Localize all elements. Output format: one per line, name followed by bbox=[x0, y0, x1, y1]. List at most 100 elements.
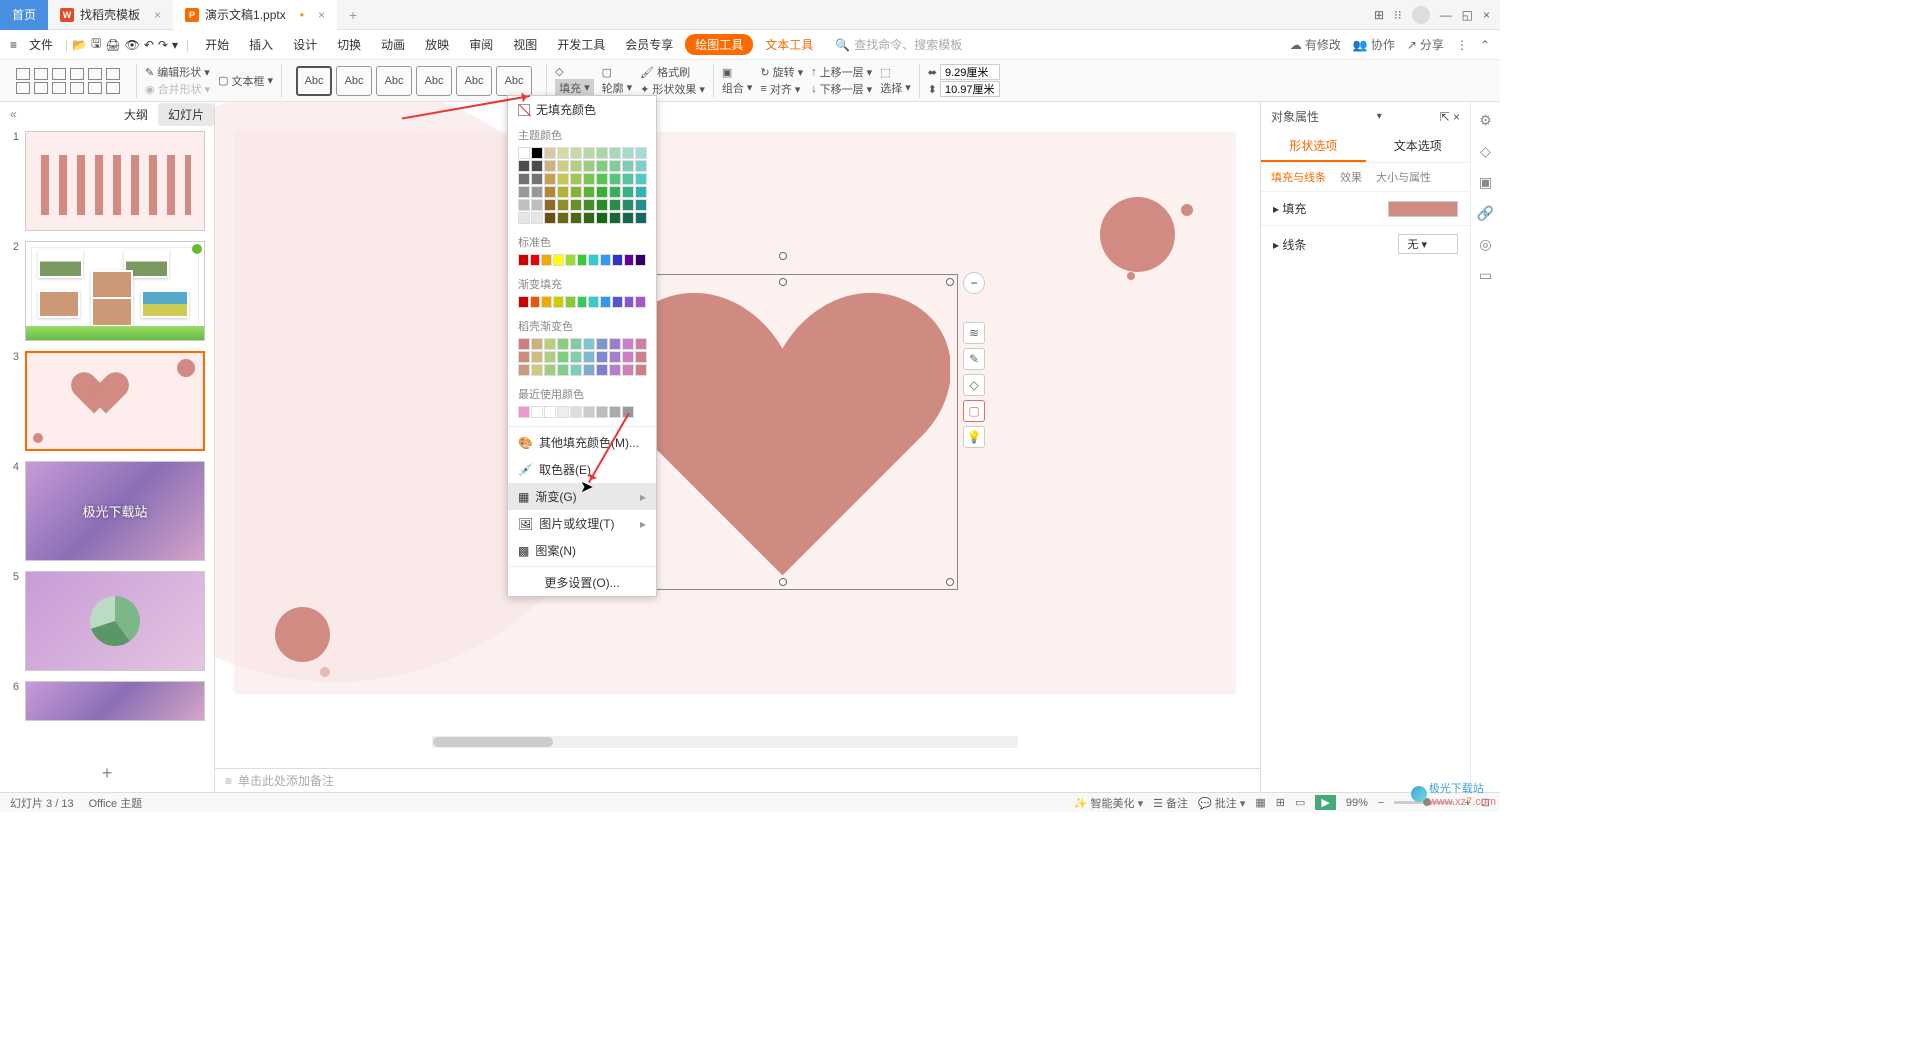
view-normal-icon[interactable]: ▦ bbox=[1255, 796, 1265, 809]
color-swatch[interactable] bbox=[588, 254, 599, 266]
share-button[interactable]: ↗ 分享 bbox=[1407, 36, 1444, 53]
color-swatch[interactable] bbox=[553, 254, 564, 266]
color-swatch[interactable] bbox=[583, 212, 595, 224]
bring-forward-button[interactable]: ↑ 上移一层▾ bbox=[811, 64, 872, 80]
color-swatch[interactable] bbox=[565, 296, 576, 308]
document-tab[interactable]: P演示文稿1.pptx•× bbox=[173, 0, 337, 30]
pen-icon[interactable]: ✎ bbox=[963, 348, 985, 370]
color-swatch[interactable] bbox=[635, 160, 647, 172]
color-swatch[interactable] bbox=[577, 254, 588, 266]
color-swatch[interactable] bbox=[622, 212, 634, 224]
color-swatch[interactable] bbox=[583, 173, 595, 185]
color-swatch[interactable] bbox=[622, 199, 634, 211]
color-swatch[interactable] bbox=[622, 160, 634, 172]
color-swatch[interactable] bbox=[518, 199, 530, 211]
color-swatch[interactable] bbox=[570, 160, 582, 172]
color-swatch[interactable] bbox=[635, 199, 647, 211]
smart-beautify[interactable]: ✨ 智能美化 ▾ bbox=[1074, 795, 1143, 811]
color-swatch[interactable] bbox=[557, 212, 569, 224]
color-swatch[interactable] bbox=[622, 406, 634, 418]
color-swatch[interactable] bbox=[557, 351, 569, 363]
color-swatch[interactable] bbox=[570, 338, 582, 350]
color-swatch[interactable] bbox=[544, 186, 556, 198]
color-swatch[interactable] bbox=[565, 254, 576, 266]
link-icon[interactable]: 🔗 bbox=[1477, 205, 1494, 222]
color-swatch[interactable] bbox=[570, 199, 582, 211]
comments-toggle[interactable]: 💬 批注 ▾ bbox=[1198, 795, 1245, 811]
color-swatch[interactable] bbox=[583, 364, 595, 376]
file-menu[interactable]: 文件 bbox=[21, 32, 61, 57]
color-swatch[interactable] bbox=[596, 338, 608, 350]
style-gallery[interactable]: Abc Abc Abc Abc Abc Abc bbox=[290, 60, 538, 101]
color-swatch[interactable] bbox=[609, 160, 621, 172]
menu-view[interactable]: 视图 bbox=[505, 32, 545, 57]
color-swatch[interactable] bbox=[544, 147, 556, 159]
idea-icon[interactable]: 💡 bbox=[963, 426, 985, 448]
color-swatch[interactable] bbox=[570, 186, 582, 198]
settings-icon[interactable]: ⚙ bbox=[1479, 112, 1492, 129]
color-swatch[interactable] bbox=[531, 406, 543, 418]
color-swatch[interactable] bbox=[596, 351, 608, 363]
color-swatch[interactable] bbox=[635, 186, 647, 198]
color-swatch[interactable] bbox=[541, 254, 552, 266]
color-swatch[interactable] bbox=[531, 338, 543, 350]
search-input[interactable]: 🔍 查找命令、搜索模板 bbox=[835, 36, 962, 53]
color-swatch[interactable] bbox=[531, 351, 543, 363]
color-swatch[interactable] bbox=[541, 296, 552, 308]
color-swatch[interactable] bbox=[531, 160, 543, 172]
fill-line-subtab[interactable]: 填充与线条 bbox=[1271, 169, 1326, 185]
no-fill-option[interactable]: 无填充颜色 bbox=[508, 96, 656, 123]
color-swatch[interactable] bbox=[635, 254, 646, 266]
minimize-icon[interactable]: — bbox=[1440, 8, 1452, 22]
view-slideshow-icon[interactable]: ▶ bbox=[1315, 795, 1335, 810]
color-swatch[interactable] bbox=[622, 338, 634, 350]
picture-texture-option[interactable]: 🖼图片或纹理(T)▸ bbox=[508, 510, 656, 537]
color-swatch[interactable] bbox=[570, 364, 582, 376]
horizontal-scrollbar[interactable] bbox=[432, 736, 1018, 748]
color-swatch[interactable] bbox=[596, 364, 608, 376]
color-swatch[interactable] bbox=[531, 186, 543, 198]
preview-icon[interactable]: 👁 bbox=[125, 38, 140, 52]
color-swatch[interactable] bbox=[570, 351, 582, 363]
width-input[interactable] bbox=[940, 64, 1000, 80]
layers-icon[interactable]: ≋ bbox=[963, 322, 985, 344]
color-swatch[interactable] bbox=[570, 147, 582, 159]
color-swatch[interactable] bbox=[622, 173, 634, 185]
more-icon[interactable]: ▾ bbox=[172, 38, 178, 52]
layers-side-icon[interactable]: ▣ bbox=[1479, 174, 1492, 191]
menu-transition[interactable]: 切换 bbox=[329, 32, 369, 57]
color-swatch[interactable] bbox=[622, 351, 634, 363]
color-swatch[interactable] bbox=[544, 212, 556, 224]
color-swatch[interactable] bbox=[624, 296, 635, 308]
color-swatch[interactable] bbox=[570, 406, 582, 418]
zoom-out-mini[interactable]: − bbox=[963, 272, 985, 294]
textbox-button[interactable]: ▢ 文本框▾ bbox=[218, 73, 273, 89]
slide-thumb-2[interactable] bbox=[25, 241, 205, 341]
color-swatch[interactable] bbox=[596, 160, 608, 172]
rotate-dropdown[interactable]: ↻ 旋转▾ bbox=[760, 64, 803, 80]
color-swatch[interactable] bbox=[557, 173, 569, 185]
menu-text-tools[interactable]: 文本工具 bbox=[757, 32, 821, 57]
menu-slideshow[interactable]: 放映 bbox=[417, 32, 457, 57]
pin-icon[interactable]: ⇱ bbox=[1440, 110, 1450, 124]
color-swatch[interactable] bbox=[531, 173, 543, 185]
color-swatch[interactable] bbox=[609, 351, 621, 363]
user-icon[interactable] bbox=[1412, 6, 1430, 24]
color-swatch[interactable] bbox=[577, 296, 588, 308]
menu-member[interactable]: 会员专享 bbox=[617, 32, 681, 57]
outline-dropdown[interactable]: 轮廓▾ bbox=[602, 80, 633, 96]
color-swatch[interactable] bbox=[609, 147, 621, 159]
format-painter-button[interactable]: 🖌 格式刷 bbox=[640, 64, 705, 80]
color-swatch[interactable] bbox=[583, 160, 595, 172]
fill-color-swatch[interactable] bbox=[1388, 201, 1458, 217]
color-swatch[interactable] bbox=[531, 199, 543, 211]
location-icon[interactable]: ◎ bbox=[1479, 236, 1491, 253]
color-swatch[interactable] bbox=[596, 406, 608, 418]
color-swatch[interactable] bbox=[544, 338, 556, 350]
color-swatch[interactable] bbox=[570, 173, 582, 185]
slides-tab[interactable]: 幻灯片 bbox=[158, 103, 214, 126]
color-swatch[interactable] bbox=[635, 296, 646, 308]
color-swatch[interactable] bbox=[609, 212, 621, 224]
color-swatch[interactable] bbox=[609, 199, 621, 211]
view-reading-icon[interactable]: ▭ bbox=[1295, 796, 1305, 809]
